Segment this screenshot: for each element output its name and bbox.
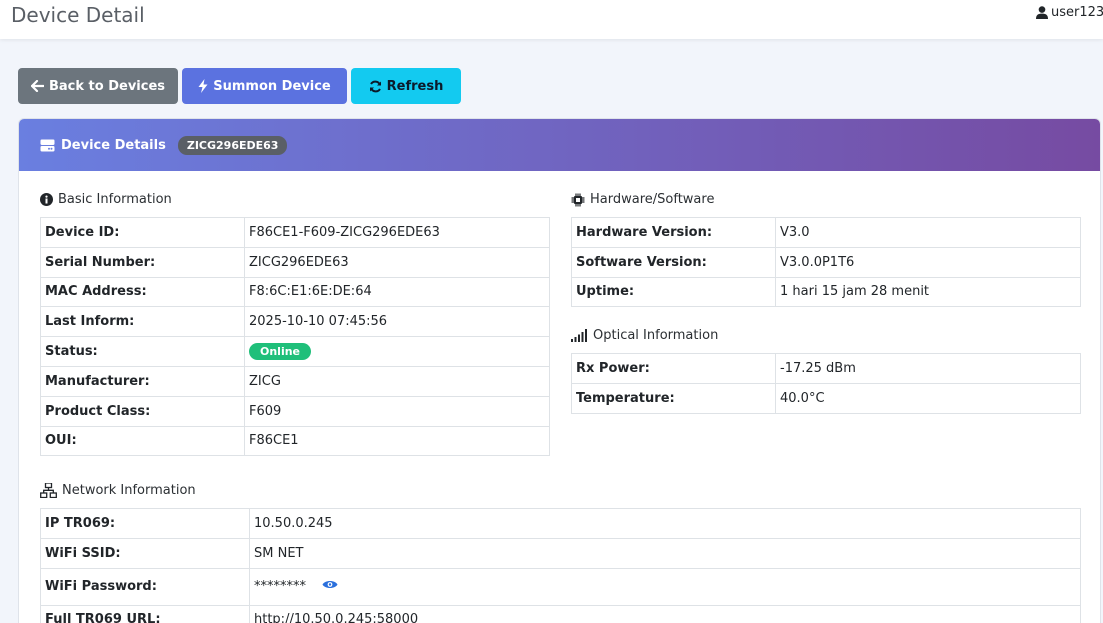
optical-information-heading: Optical Information bbox=[571, 328, 718, 343]
network-icon bbox=[40, 483, 57, 498]
optical-information-table: Rx Power: -17.25 dBm Temperature: 40.0°C bbox=[571, 353, 1081, 414]
table-row: Manufacturer: ZICG bbox=[40, 365, 550, 397]
row-value: 40.0°C bbox=[775, 382, 1081, 414]
row-value: F8:6C:E1:6E:DE:64 bbox=[244, 276, 550, 308]
row-value: 1 hari 15 jam 28 menit bbox=[775, 276, 1081, 308]
table-row: IP TR069: 10.50.0.245 bbox=[40, 508, 1081, 539]
table-row: Full TR069 URL: http://10.50.0.245:58000 bbox=[40, 604, 1081, 623]
refresh-button[interactable]: Refresh bbox=[351, 68, 461, 104]
wifi-password-masked: ******** bbox=[254, 579, 306, 595]
status-badge: Online bbox=[249, 343, 312, 361]
back-to-devices-button[interactable]: Back to Devices bbox=[18, 68, 178, 104]
arrow-left-icon bbox=[30, 80, 44, 92]
sync-icon bbox=[369, 80, 381, 92]
row-value: Online bbox=[244, 336, 550, 367]
refresh-label: Refresh bbox=[386, 78, 444, 94]
row-label: Software Version: bbox=[571, 246, 776, 278]
row-label: Full TR069 URL: bbox=[40, 604, 250, 623]
network-information-table: IP TR069: 10.50.0.245 WiFi SSID: SM NET Wi… bbox=[40, 508, 1081, 623]
summon-device-button[interactable]: Summon Device bbox=[182, 68, 347, 104]
row-value: ******** bbox=[249, 567, 1081, 606]
back-to-devices-label: Back to Devices bbox=[48, 78, 166, 94]
device-id-badge: ZICG296EDE63 bbox=[177, 135, 288, 155]
table-row: Device ID: F86CE1-F609-ZICG296EDE63 bbox=[40, 217, 550, 248]
row-label: WiFi Password: bbox=[40, 567, 250, 606]
row-value: F609 bbox=[244, 395, 550, 427]
row-value: F86CE1 bbox=[244, 425, 550, 457]
summon-device-label: Summon Device bbox=[213, 78, 331, 94]
info-circle-icon bbox=[40, 193, 53, 206]
table-row: Hardware Version: V3.0 bbox=[571, 217, 1081, 248]
table-row: Uptime: 1 hari 15 jam 28 menit bbox=[571, 276, 1081, 308]
hardware-software-title: Hardware/Software bbox=[590, 192, 715, 207]
row-value: -17.25 dBm bbox=[775, 353, 1081, 384]
table-row: Status: Online bbox=[40, 336, 550, 367]
row-value: ZICG296EDE63 bbox=[244, 246, 550, 278]
row-value: SM NET bbox=[249, 537, 1081, 569]
signal-bars-icon bbox=[571, 329, 587, 342]
table-row: Serial Number: ZICG296EDE63 bbox=[40, 246, 550, 278]
network-information-heading: Network Information bbox=[40, 483, 196, 498]
table-row: Last Inform: 2025-10-10 07:45:56 bbox=[40, 306, 550, 338]
card-header: Device Details ZICG296EDE63 bbox=[19, 119, 1100, 171]
table-row: WiFi Password: ******** bbox=[40, 567, 1081, 606]
row-label: MAC Address: bbox=[40, 276, 245, 308]
page-title: Device Detail bbox=[11, 3, 145, 27]
row-label: Device ID: bbox=[40, 217, 245, 248]
table-row: WiFi SSID: SM NET bbox=[40, 537, 1081, 569]
table-row: Software Version: V3.0.0P1T6 bbox=[571, 246, 1081, 278]
table-row: MAC Address: F8:6C:E1:6E:DE:64 bbox=[40, 276, 550, 308]
row-label: Product Class: bbox=[40, 395, 245, 427]
network-information-title: Network Information bbox=[62, 483, 196, 498]
row-value: V3.0 bbox=[775, 217, 1081, 248]
bolt-icon bbox=[198, 79, 208, 93]
row-label: Serial Number: bbox=[40, 246, 245, 278]
table-row: Rx Power: -17.25 dBm bbox=[571, 353, 1081, 384]
username: user1234 bbox=[1051, 5, 1103, 20]
row-value: 2025-10-10 07:45:56 bbox=[244, 306, 550, 338]
row-label: Hardware Version: bbox=[571, 217, 776, 248]
row-label: OUI: bbox=[40, 425, 245, 457]
row-label: Rx Power: bbox=[571, 353, 776, 384]
table-row: Temperature: 40.0°C bbox=[571, 382, 1081, 414]
hardware-software-heading: Hardware/Software bbox=[571, 192, 714, 207]
row-label: Manufacturer: bbox=[40, 365, 245, 397]
row-value: http://10.50.0.245:58000 bbox=[249, 604, 1081, 623]
user-icon bbox=[1036, 6, 1048, 19]
table-row: OUI: F86CE1 bbox=[40, 425, 550, 457]
row-value: 10.50.0.245 bbox=[249, 508, 1081, 539]
top-bar: Device Detail user1234 bbox=[0, 0, 1103, 39]
row-label: Last Inform: bbox=[40, 306, 245, 338]
basic-information-heading: Basic Information bbox=[40, 192, 172, 207]
optical-information-title: Optical Information bbox=[593, 328, 719, 343]
table-row: Product Class: F609 bbox=[40, 395, 550, 427]
row-label: Status: bbox=[40, 336, 245, 367]
row-label: IP TR069: bbox=[40, 508, 250, 539]
server-icon bbox=[40, 139, 55, 151]
basic-information-table: Device ID: F86CE1-F609-ZICG296EDE63 Seria… bbox=[40, 217, 550, 457]
hardware-software-table: Hardware Version: V3.0 Software Version: V… bbox=[571, 217, 1081, 308]
basic-information-title: Basic Information bbox=[58, 192, 172, 207]
row-label: WiFi SSID: bbox=[40, 537, 250, 569]
card-title: Device Details bbox=[61, 137, 166, 153]
eye-icon[interactable] bbox=[322, 579, 338, 594]
user-menu[interactable]: user1234 bbox=[1036, 5, 1103, 20]
device-details-card: Device Details ZICG296EDE63 Basic Inform… bbox=[18, 118, 1101, 623]
microchip-icon bbox=[571, 193, 585, 206]
row-label: Temperature: bbox=[571, 382, 776, 414]
row-label: Uptime: bbox=[571, 276, 776, 308]
row-value: ZICG bbox=[244, 365, 550, 397]
row-value: V3.0.0P1T6 bbox=[775, 246, 1081, 278]
row-value: F86CE1-F609-ZICG296EDE63 bbox=[244, 217, 550, 248]
